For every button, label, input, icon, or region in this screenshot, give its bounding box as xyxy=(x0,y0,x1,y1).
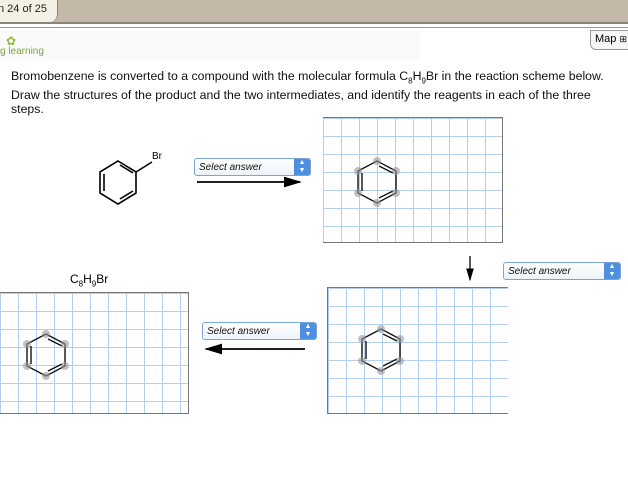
bromobenzene-structure xyxy=(99,160,153,205)
reagent-select-step1[interactable]: Select answer ▲ ▼ xyxy=(194,158,311,176)
benzene-template-icon xyxy=(23,330,69,380)
br-label: Br xyxy=(152,151,162,162)
drawing-canvas-product[interactable] xyxy=(0,292,189,414)
updown-icon: ▲ ▼ xyxy=(294,159,310,175)
product-formula: C8H9Br xyxy=(70,272,109,289)
benzene-template-icon xyxy=(354,157,400,207)
reagent-select-step3[interactable]: Select answer ▲ ▼ xyxy=(202,322,317,340)
reagent-select-step2[interactable]: Select answer ▲ ▼ xyxy=(503,262,621,280)
benzene-template-icon xyxy=(358,325,404,375)
updown-icon: ▲ ▼ xyxy=(300,323,316,339)
drawing-canvas-intermediate-1[interactable] xyxy=(323,117,503,243)
drawing-canvas-intermediate-2[interactable] xyxy=(327,287,508,414)
updown-icon: ▲ ▼ xyxy=(604,263,620,279)
